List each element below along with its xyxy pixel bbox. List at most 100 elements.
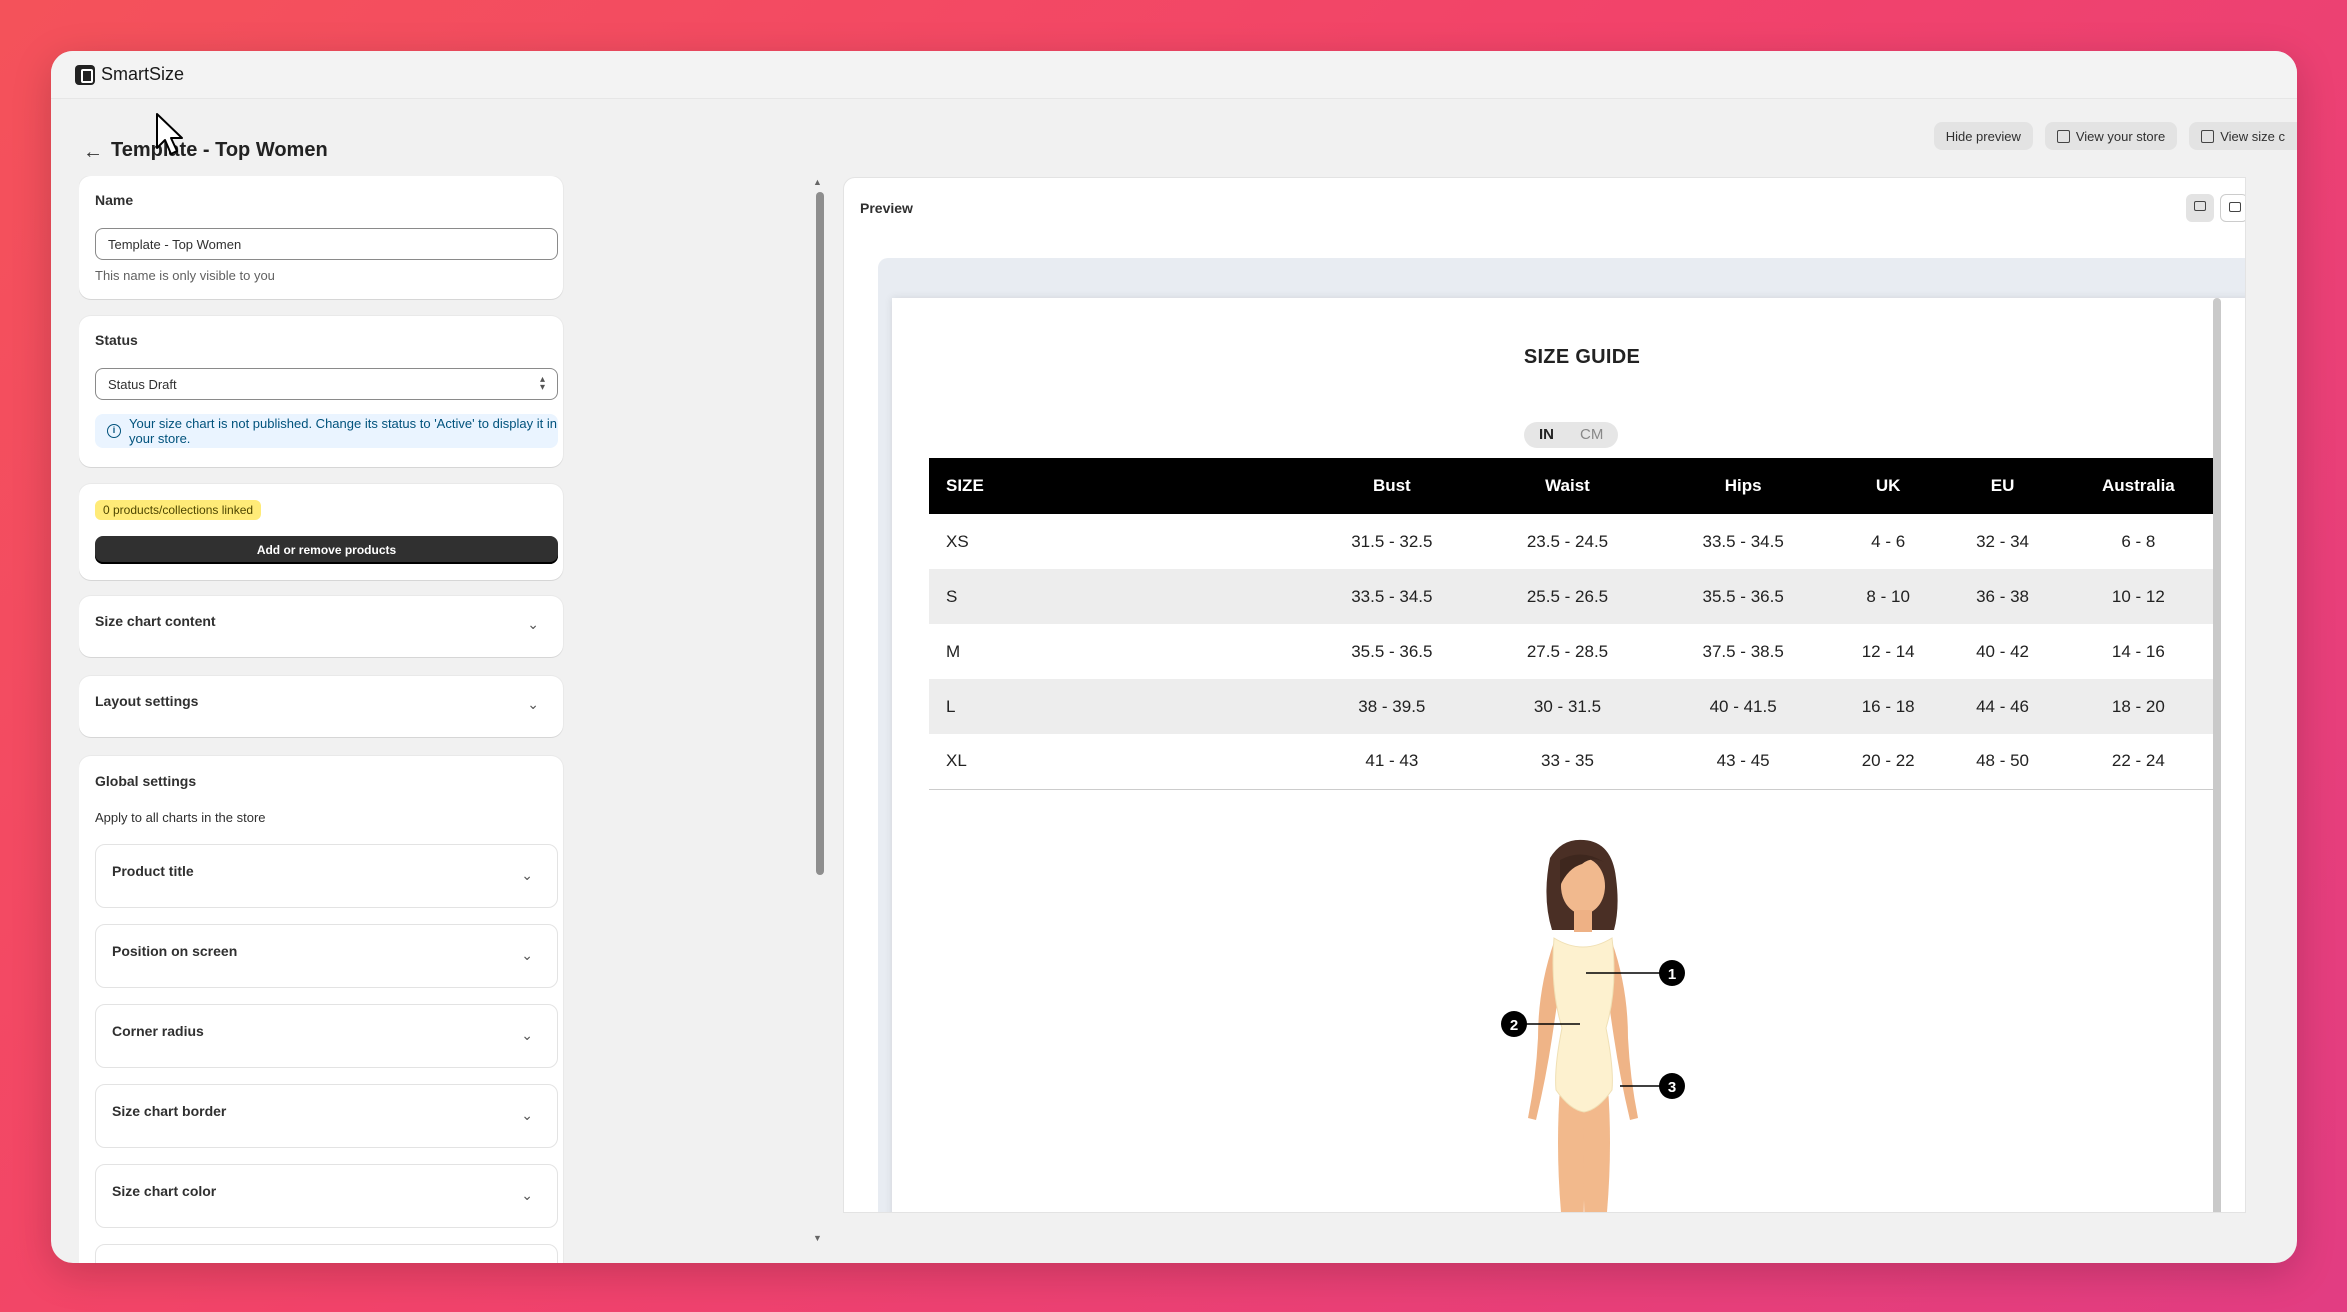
size-chart-color-setting[interactable]: Size chart color ⌄	[95, 1164, 558, 1228]
unit-cm-option[interactable]: CM	[1568, 424, 1615, 446]
header-actions: Hide preview View your store View size c	[1933, 122, 2297, 150]
measurement-cell: 35.5 - 36.5	[1655, 569, 1831, 624]
measurement-cell: 48 - 50	[1945, 734, 2060, 790]
next-setting-partial[interactable]	[95, 1244, 558, 1263]
measurement-cell: 27.5 - 28.5	[1526, 641, 1609, 661]
status-select[interactable]: Status Draft ▴ ▾	[95, 368, 558, 400]
measurement-cell: 10 - 12	[2059, 569, 2217, 624]
banner-text: Your size chart is not published. Change…	[129, 416, 557, 446]
view-store-label: View your store	[2075, 128, 2166, 144]
settings-scrollbar-thumb[interactable]	[816, 192, 824, 875]
table-row: L 38 - 39.5 30 - 31.5 40 - 41.5 16 - 18 44 - …	[929, 679, 2217, 734]
measurement-cell: 37.5 - 38.5	[1702, 641, 1784, 661]
size-chart-color-label: Size chart color	[112, 1183, 217, 1199]
store-icon	[2056, 129, 2070, 143]
product-title-setting[interactable]: Product title ⌄	[95, 844, 558, 908]
desktop-view-button[interactable]	[2186, 194, 2214, 222]
app-window: SmartSize ← Template - Top Women Hide pr…	[51, 51, 2297, 1263]
measurement-cell: 16 - 18	[1830, 679, 1946, 734]
table-icon	[2201, 129, 2215, 143]
desktop-icon	[2194, 201, 2206, 211]
status-card: Status Status Draft ▴ ▾ i Your size chart…	[79, 316, 563, 467]
chevron-down-icon: ⌄	[527, 616, 539, 632]
hide-preview-label: Hide preview	[1945, 128, 2021, 144]
size-guide-title: SIZE GUIDE	[1523, 346, 1641, 368]
column-header: Hips	[1655, 458, 1831, 514]
position-on-screen-setting[interactable]: Position on screen ⌄	[95, 924, 558, 988]
measurement-cell: 25.5 - 26.5	[1479, 569, 1656, 624]
product-title-label: Product title	[112, 863, 194, 879]
column-header: EU	[1945, 458, 2060, 514]
scroll-down-arrow-icon[interactable]: ▼	[813, 1233, 822, 1243]
measurement-cell: 32 - 34	[1976, 531, 2030, 551]
marker-3: 3	[1668, 1079, 1676, 1096]
status-select-value: Status Draft	[108, 376, 177, 392]
back-arrow-icon[interactable]: ←	[83, 141, 103, 164]
global-settings-card: Global settings Apply to all charts in t…	[79, 756, 563, 1263]
chevron-down-icon: ⌄	[527, 696, 539, 712]
title-bar: SmartSize	[51, 51, 2297, 99]
add-remove-products-button[interactable]: Add or remove products	[95, 536, 558, 564]
layout-settings-label: Layout settings	[95, 693, 199, 709]
corner-radius-setting[interactable]: Corner radius ⌄	[95, 1004, 558, 1068]
corner-radius-label: Corner radius	[112, 1023, 204, 1039]
linked-products-badge: 0 products/collections linked	[95, 500, 262, 520]
measurement-cell: 18 - 20	[2059, 679, 2217, 734]
measurement-cell: 33.5 - 34.5	[1702, 531, 1784, 551]
size-cell: XL	[929, 734, 1304, 790]
preview-label: Preview	[860, 200, 913, 216]
preview-scrollbar[interactable]	[2213, 298, 2221, 1212]
measurement-cell: 8 - 10	[1830, 569, 1946, 624]
measurement-cell: 33 - 35	[1479, 734, 1656, 790]
body-measurement-illustration: 1 2 3	[1501, 839, 1685, 1212]
size-table: SIZE Bust Waist Hips UK EU Australia XS 3…	[929, 458, 2217, 790]
view-size-chart-button[interactable]: View size c	[2189, 122, 2297, 150]
global-settings-title: Global settings	[95, 773, 197, 789]
hide-preview-button[interactable]: Hide preview	[1933, 122, 2033, 150]
position-on-screen-label: Position on screen	[112, 943, 238, 959]
size-cell: S	[929, 569, 1304, 624]
measurement-cell: 41 - 43	[1304, 734, 1480, 790]
size-chart-border-label: Size chart border	[112, 1103, 227, 1119]
column-header: Bust	[1304, 458, 1480, 514]
size-chart-content-section[interactable]: Size chart content ⌄	[79, 596, 563, 657]
size-cell: L	[929, 679, 1304, 734]
measurement-cell: 44 - 46	[1945, 679, 2060, 734]
select-arrows-icon: ▴ ▾	[539, 374, 545, 393]
measurement-cell: 33.5 - 34.5	[1304, 569, 1480, 624]
table-row: S 33.5 - 34.5 25.5 - 26.5 35.5 - 36.5 8 - 10…	[929, 569, 2217, 624]
unit-in-option[interactable]: IN	[1527, 424, 1566, 446]
chevron-down-icon: ⌄	[521, 947, 533, 963]
name-card: Name Template - Top Women This name is o…	[79, 176, 563, 299]
name-help-text: This name is only visible to you	[95, 268, 275, 283]
name-input[interactable]: Template - Top Women	[95, 228, 558, 260]
table-row: XS 31.5 - 32.5 23.5 - 24.5 33.5 - 34.5 4 - 6…	[929, 514, 2217, 569]
view-store-button[interactable]: View your store	[2044, 122, 2178, 150]
unit-toggle[interactable]: IN CM	[1524, 422, 1619, 448]
status-label: Status	[95, 332, 138, 348]
table-header-row: SIZE Bust Waist Hips UK EU Australia	[929, 458, 2217, 514]
chevron-down-icon: ⌄	[521, 1187, 533, 1203]
measurement-cell: 43 - 45	[1655, 734, 1831, 790]
page-title: Template - Top Women	[111, 139, 328, 161]
size-chart-border-setting[interactable]: Size chart border ⌄	[95, 1084, 558, 1148]
measurement-cell: 20 - 22	[1830, 734, 1946, 790]
mouse-cursor-icon	[156, 113, 183, 155]
info-icon: i	[107, 424, 121, 438]
size-guide-sheet: SIZE GUIDE IN CM SIZE Bust Waist Hips UK…	[892, 298, 2245, 1212]
measurement-cell: 6 - 8	[2121, 531, 2156, 551]
products-card: 0 products/collections linked Add or rem…	[79, 484, 563, 580]
size-chart-content-label: Size chart content	[95, 613, 216, 629]
column-header: Waist	[1479, 458, 1656, 514]
measurement-cell: 38 - 39.5	[1304, 679, 1480, 734]
global-settings-subtitle: Apply to all charts in the store	[95, 810, 266, 825]
chevron-down-icon: ⌄	[521, 1107, 533, 1123]
layout-settings-section[interactable]: Layout settings ⌄	[79, 676, 563, 737]
mobile-view-button[interactable]	[2220, 194, 2245, 222]
preview-panel: Preview SIZE GUIDE IN CM SIZE Bust Waist…	[843, 177, 2246, 1213]
scroll-up-arrow-icon[interactable]: ▲	[813, 177, 822, 187]
size-cell: XS	[946, 531, 969, 551]
view-size-label: View size c	[2220, 128, 2285, 144]
measurement-cell: 31.5 - 32.5	[1351, 531, 1433, 551]
measurement-cell: 36 - 38	[1945, 569, 2060, 624]
